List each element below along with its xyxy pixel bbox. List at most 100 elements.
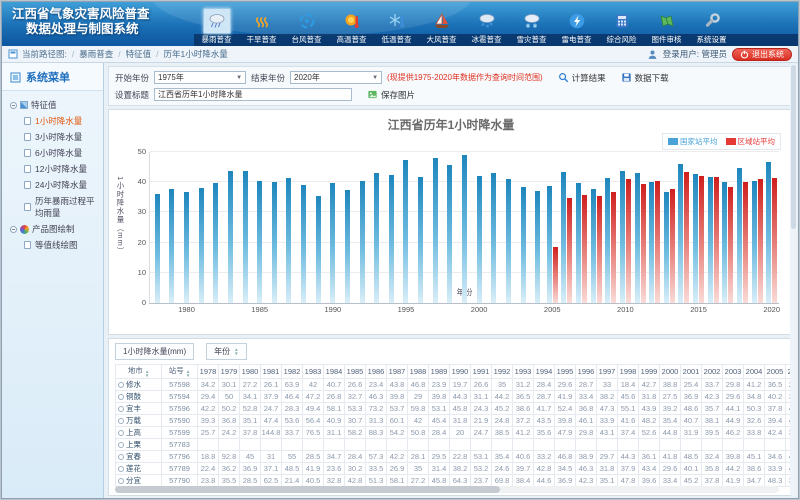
- expand-icon[interactable]: [118, 394, 124, 400]
- sort-icon[interactable]: ▲▼: [186, 370, 190, 378]
- sort-icon[interactable]: ▲▼: [234, 348, 238, 356]
- page-icon: [24, 241, 31, 249]
- station-name-cell[interactable]: 上高: [116, 427, 162, 439]
- save-image-button[interactable]: 保存图片: [367, 89, 415, 101]
- bar-group-2000: 2000: [472, 152, 487, 303]
- vertical-scrollbar[interactable]: [790, 64, 797, 496]
- expander-icon[interactable]: [10, 102, 17, 109]
- column-header-year[interactable]: 1994: [534, 365, 555, 379]
- column-header-year[interactable]: 1982: [282, 365, 303, 379]
- station-name-cell[interactable]: 分宜: [116, 475, 162, 487]
- column-header-year[interactable]: 1998: [618, 365, 639, 379]
- start-year-select[interactable]: 1975年▼: [154, 71, 246, 84]
- column-header-year[interactable]: 1984: [324, 365, 345, 379]
- value-cell: 46.8: [555, 451, 576, 463]
- column-header-year[interactable]: 1987: [387, 365, 408, 379]
- bar-national: [521, 187, 526, 303]
- nav-item-雪灾普查[interactable]: 雪灾普查: [509, 8, 554, 46]
- station-name-cell[interactable]: 莲花: [116, 463, 162, 475]
- nav-item-冰雹普查[interactable]: 冰雹普查: [464, 8, 509, 46]
- expand-icon[interactable]: [118, 442, 124, 448]
- value-cell: 36.8: [219, 415, 240, 427]
- column-header-year[interactable]: 1990: [450, 365, 471, 379]
- measure-box[interactable]: 1小时降水量(mm): [115, 343, 194, 360]
- station-name-cell[interactable]: 宜丰: [116, 403, 162, 415]
- nav-item-干旱普查[interactable]: 干旱普查: [239, 8, 284, 46]
- nav-item-雷电普查[interactable]: 雷电普查: [554, 8, 599, 46]
- column-header-year[interactable]: 2000: [660, 365, 681, 379]
- year-sort-box[interactable]: 年份 ▲▼: [206, 343, 246, 360]
- nav-item-暴雨普查[interactable]: 暴雨普查: [194, 8, 239, 46]
- column-header-year[interactable]: 1992: [492, 365, 513, 379]
- sidebar-group-产品图绘制[interactable]: 产品图绘制: [5, 221, 100, 237]
- station-name-cell[interactable]: 宜春: [116, 451, 162, 463]
- sidebar-item-1小时降水量[interactable]: 1小时降水量: [5, 113, 100, 129]
- column-header-year[interactable]: 2003: [723, 365, 744, 379]
- column-header-year[interactable]: 1978: [198, 365, 219, 379]
- value-cell: 32.8: [324, 475, 345, 487]
- station-name-cell[interactable]: 万载: [116, 415, 162, 427]
- column-header-year[interactable]: 1979: [219, 365, 240, 379]
- sidebar-item-24小时降水量[interactable]: 24小时降水量: [5, 177, 100, 193]
- expand-icon[interactable]: [118, 382, 124, 388]
- nav-item-系统设置[interactable]: 系统设置: [689, 8, 734, 46]
- sidebar-item-6小时降水量[interactable]: 6小时降水量: [5, 145, 100, 161]
- column-header-city[interactable]: 地市 ▲▼: [116, 365, 162, 379]
- column-header-year[interactable]: 1985: [345, 365, 366, 379]
- column-header-year[interactable]: 1996: [576, 365, 597, 379]
- column-header-year[interactable]: 1983: [303, 365, 324, 379]
- column-header-year[interactable]: 1980: [240, 365, 261, 379]
- column-header-year[interactable]: 1995: [555, 365, 576, 379]
- scrollbar-thumb[interactable]: [115, 486, 500, 493]
- expand-icon[interactable]: [118, 478, 124, 484]
- station-name-cell[interactable]: 铜鼓: [116, 391, 162, 403]
- horizontal-scrollbar[interactable]: [115, 486, 779, 493]
- column-header-year[interactable]: 1981: [261, 365, 282, 379]
- column-header-year[interactable]: 1999: [639, 365, 660, 379]
- calculate-button[interactable]: 计算结果: [558, 72, 606, 84]
- x-tick-label: 1990: [325, 305, 342, 314]
- expand-icon[interactable]: [118, 454, 124, 460]
- nav-item-高温普查[interactable]: 高温普查: [329, 8, 374, 46]
- sidebar-item-3小时降水量[interactable]: 3小时降水量: [5, 129, 100, 145]
- scrollbar-thumb[interactable]: [791, 65, 796, 229]
- column-header-station[interactable]: 站号 ▲▼: [162, 365, 198, 379]
- column-header-year[interactable]: 1988: [408, 365, 429, 379]
- bar-national: [506, 179, 511, 303]
- column-header-year[interactable]: 2002: [702, 365, 723, 379]
- breadcrumb-item[interactable]: 历年1小时降水量: [164, 48, 228, 60]
- column-header-year[interactable]: 2005: [765, 365, 786, 379]
- column-header-year[interactable]: 2001: [681, 365, 702, 379]
- breadcrumb-item[interactable]: 暴雨普查: [79, 48, 113, 60]
- sidebar-item-等值线绘图[interactable]: 等值线绘图: [5, 237, 100, 253]
- expand-icon[interactable]: [118, 466, 124, 472]
- column-header-year[interactable]: 1989: [429, 365, 450, 379]
- nav-item-大风普查[interactable]: 大风普查: [419, 8, 464, 46]
- nav-item-综合风险[interactable]: 综合风险: [599, 8, 644, 46]
- end-year-select[interactable]: 2020年▼: [290, 71, 382, 84]
- nav-item-台风普查[interactable]: 台风普查: [284, 8, 329, 46]
- expand-icon[interactable]: [118, 418, 124, 424]
- logout-button[interactable]: 退出系统: [732, 48, 792, 61]
- sidebar-group-特征值[interactable]: 特征值: [5, 97, 100, 113]
- nav-item-低温普查[interactable]: 低温普查: [374, 8, 419, 46]
- nav-icon-box: [518, 8, 546, 34]
- nav-item-图件审核[interactable]: 图件审核: [644, 8, 689, 46]
- breadcrumb-item[interactable]: 特征值: [126, 48, 152, 60]
- column-header-year[interactable]: 1993: [513, 365, 534, 379]
- expand-icon[interactable]: [118, 430, 124, 436]
- column-header-year[interactable]: 2004: [744, 365, 765, 379]
- sidebar-item-12小时降水量[interactable]: 12小时降水量: [5, 161, 100, 177]
- column-header-year[interactable]: 1997: [597, 365, 618, 379]
- sort-icon[interactable]: ▲▼: [145, 370, 149, 378]
- value-cell: 31.8: [450, 415, 471, 427]
- download-button[interactable]: 数据下载: [621, 72, 669, 84]
- sidebar-item-历年暴雨过程平均雨量[interactable]: 历年暴雨过程平均雨量: [5, 193, 100, 221]
- column-header-year[interactable]: 1991: [471, 365, 492, 379]
- expander-icon[interactable]: [10, 226, 17, 233]
- chart-title-input[interactable]: 江西省历年1小时降水量: [154, 88, 352, 101]
- column-header-year[interactable]: 1986: [366, 365, 387, 379]
- expand-icon[interactable]: [118, 406, 124, 412]
- station-name-cell[interactable]: 上栗: [116, 439, 162, 451]
- station-name-cell[interactable]: 修水: [116, 379, 162, 391]
